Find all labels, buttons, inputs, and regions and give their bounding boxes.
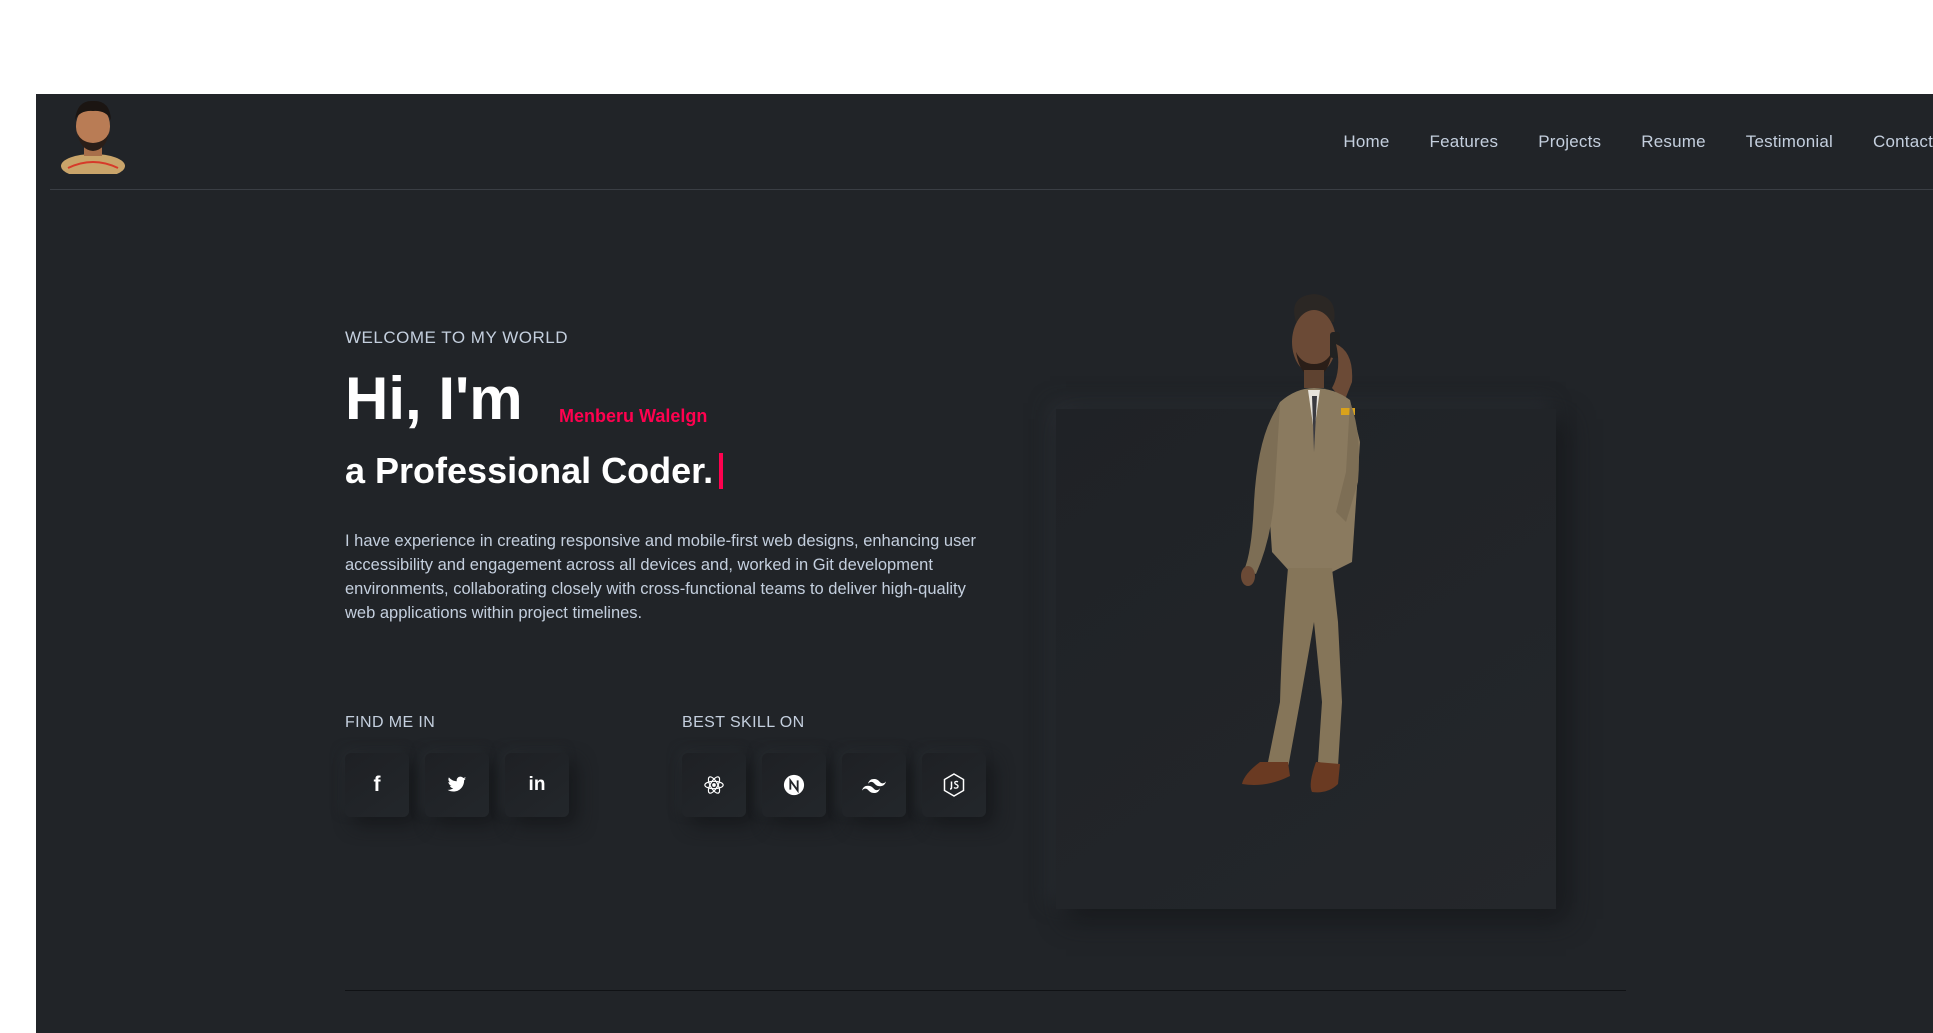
- nodejs-button[interactable]: [922, 753, 986, 817]
- nav-projects[interactable]: Projects: [1538, 132, 1601, 162]
- welcome-text: WELCOME TO MY WORLD: [345, 328, 568, 347]
- nav-resume[interactable]: Resume: [1641, 132, 1706, 162]
- nav-testimonial[interactable]: Testimonial: [1746, 132, 1833, 162]
- nav-home[interactable]: Home: [1343, 132, 1389, 162]
- hero-description: I have experience in creating responsive…: [345, 531, 977, 622]
- greeting-heading: Hi, I'm: [345, 365, 523, 432]
- best-skill-label: BEST SKILL ON: [682, 714, 805, 731]
- react-icon: [704, 776, 724, 794]
- nav-features[interactable]: Features: [1430, 132, 1499, 162]
- twitter-icon: [447, 776, 467, 792]
- logo-avatar[interactable]: [60, 98, 126, 174]
- find-me-label: FIND ME IN: [345, 714, 436, 731]
- tagline-heading: a Professional Coder.: [345, 450, 724, 492]
- linkedin-button[interactable]: in: [505, 753, 569, 817]
- facebook-icon: f: [373, 773, 381, 796]
- linkedin-icon: in: [528, 774, 546, 795]
- tailwind-button[interactable]: [842, 753, 906, 817]
- nextjs-icon: [783, 774, 805, 796]
- main-nav: Home Features Projects Resume Testimonia…: [1303, 132, 1933, 162]
- skill-icons: [682, 753, 1002, 817]
- header-divider: [50, 189, 1933, 190]
- portrait-image: [1241, 294, 1360, 793]
- nodejs-icon: [943, 773, 965, 797]
- header: Home Features Projects Resume Testimonia…: [36, 94, 1933, 190]
- nav-contact[interactable]: Contact: [1873, 132, 1933, 162]
- typing-cursor: [719, 453, 724, 489]
- social-links: f in: [345, 753, 585, 817]
- portfolio-page: Home Features Projects Resume Testimonia…: [36, 94, 1933, 1033]
- facebook-button[interactable]: f: [345, 753, 409, 817]
- name-text: Menberu Walelgn: [559, 406, 708, 426]
- tailwind-icon: [862, 779, 886, 793]
- twitter-button[interactable]: [425, 753, 489, 817]
- tagline-text: a Professional Coder.: [345, 450, 714, 491]
- react-button[interactable]: [682, 753, 746, 817]
- section-divider: [345, 990, 1626, 991]
- avatar-icon: [61, 100, 125, 174]
- nextjs-button[interactable]: [762, 753, 826, 817]
